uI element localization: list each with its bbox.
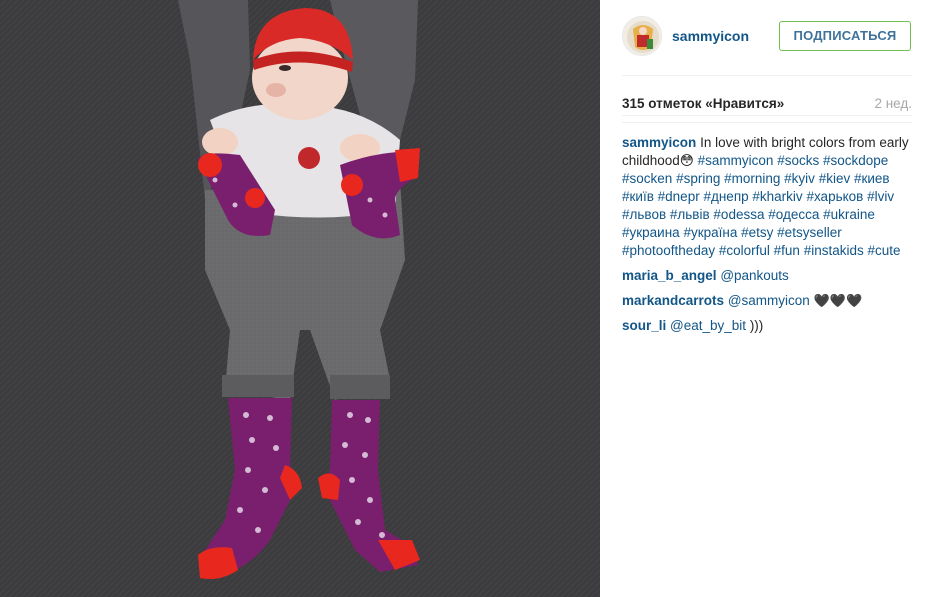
hashtag-link[interactable]: #lviv bbox=[867, 189, 894, 204]
hashtag-link[interactable]: #львов bbox=[622, 207, 666, 222]
follow-button[interactable]: ПОДПИСАТЬСЯ bbox=[779, 21, 911, 51]
post-sidebar: sammyicon ПОДПИСАТЬСЯ 315 отметок «Нрави… bbox=[600, 0, 933, 597]
hashtag-link[interactable]: #львів bbox=[670, 207, 710, 222]
post-header: sammyicon ПОДПИСАТЬСЯ bbox=[622, 14, 912, 76]
hashtag-link[interactable]: #socks bbox=[777, 153, 819, 168]
hashtag-link[interactable]: #kiev bbox=[819, 171, 851, 186]
comment-item: maria_b_angel @pankouts bbox=[622, 267, 914, 285]
post-username[interactable]: sammyicon bbox=[672, 28, 749, 44]
caption-hashtags: #sammyicon #socks #sockdope #socken #spr… bbox=[622, 153, 901, 258]
comment-text: ))) bbox=[749, 318, 764, 333]
post-photo[interactable] bbox=[0, 0, 600, 597]
caption-emoji: 😳 bbox=[679, 153, 694, 168]
hashtag-link[interactable]: #etsyseller bbox=[777, 225, 842, 240]
hashtag-link[interactable]: #sammyicon bbox=[698, 153, 774, 168]
hashtag-link[interactable]: #etsy bbox=[741, 225, 773, 240]
comments-list: sammyicon In love with bright colors fro… bbox=[622, 134, 914, 335]
hashtag-link[interactable]: #photooftheday bbox=[622, 243, 715, 258]
baby-photo-illustration bbox=[0, 0, 600, 597]
avatar[interactable] bbox=[622, 16, 662, 56]
hashtag-link[interactable]: #dnepr bbox=[658, 189, 700, 204]
caption: sammyicon In love with bright colors fro… bbox=[622, 134, 914, 260]
comment-text: 🖤🖤🖤 bbox=[813, 293, 863, 308]
post-time[interactable]: 2 нед. bbox=[874, 96, 912, 111]
avatar-image bbox=[623, 17, 661, 55]
hashtag-link[interactable]: #morning bbox=[724, 171, 780, 186]
hashtag-link[interactable]: #україна bbox=[683, 225, 737, 240]
hashtag-link[interactable]: #київ bbox=[622, 189, 654, 204]
hashtag-link[interactable]: #colorful bbox=[719, 243, 770, 258]
comment-item: markandcarrots @sammyicon 🖤🖤🖤 bbox=[622, 292, 914, 310]
likes-count[interactable]: 315 отметок «Нравится» bbox=[622, 96, 784, 111]
hashtag-link[interactable]: #украина bbox=[622, 225, 680, 240]
hashtag-link[interactable]: #cute bbox=[868, 243, 901, 258]
hashtag-link[interactable]: #ukraine bbox=[823, 207, 875, 222]
hashtag-link[interactable]: #одесса bbox=[768, 207, 819, 222]
hashtag-link[interactable]: #днепр bbox=[703, 189, 748, 204]
hashtag-link[interactable]: #sockdope bbox=[823, 153, 888, 168]
comment-username[interactable]: maria_b_angel bbox=[622, 268, 717, 283]
hashtag-link[interactable]: #kharkiv bbox=[752, 189, 802, 204]
hashtag-link[interactable]: #fun bbox=[774, 243, 800, 258]
hashtag-link[interactable]: #харьков bbox=[806, 189, 863, 204]
hashtag-link[interactable]: #odessa bbox=[713, 207, 764, 222]
comment-mention[interactable]: @sammyicon bbox=[728, 293, 810, 308]
hashtag-link[interactable]: #киев bbox=[854, 171, 890, 186]
comment-item: sour_li @eat_by_bit ))) bbox=[622, 317, 914, 335]
hashtag-link[interactable]: #kyiv bbox=[784, 171, 815, 186]
hashtag-link[interactable]: #spring bbox=[676, 171, 720, 186]
comment-username[interactable]: markandcarrots bbox=[622, 293, 724, 308]
comment-mention[interactable]: @pankouts bbox=[720, 268, 789, 283]
hashtag-link[interactable]: #socken bbox=[622, 171, 672, 186]
post-meta: 315 отметок «Нравится» 2 нед. bbox=[622, 96, 912, 116]
hashtag-link[interactable]: #instakids bbox=[804, 243, 864, 258]
comment-username[interactable]: sour_li bbox=[622, 318, 666, 333]
comment-mention[interactable]: @eat_by_bit bbox=[670, 318, 746, 333]
caption-username[interactable]: sammyicon bbox=[622, 135, 696, 150]
divider bbox=[622, 122, 912, 123]
